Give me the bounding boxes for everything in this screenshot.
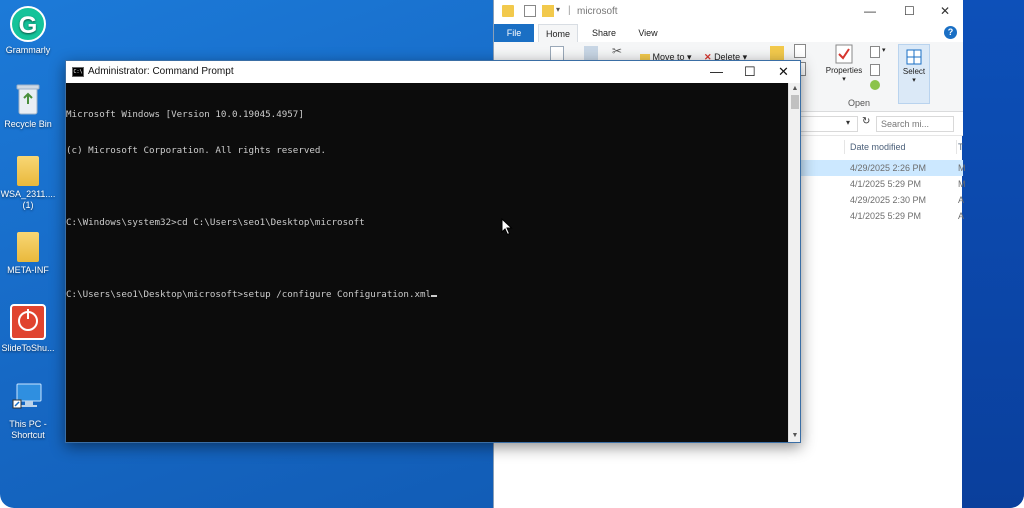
- properties-label: Properties: [825, 66, 863, 75]
- file-type: A: [958, 211, 965, 221]
- new-folder-quick-icon[interactable]: [542, 5, 554, 17]
- power-icon: [10, 304, 46, 340]
- desktop-icon-label: Recycle Bin: [4, 119, 52, 129]
- file-date: 4/1/2025 5:29 PM: [850, 179, 922, 189]
- close-icon[interactable]: ✕: [940, 4, 950, 18]
- chevron-down-icon: ▾: [842, 76, 846, 83]
- maximize-icon[interactable]: ☐: [904, 4, 915, 18]
- tab-share[interactable]: Share: [584, 24, 624, 42]
- maximize-icon[interactable]: ☐: [744, 64, 756, 80]
- desktop-edge: [962, 0, 1024, 508]
- console-input-line[interactable]: C:\Users\seo1\Desktop\microsoft>setup /c…: [66, 289, 788, 301]
- file-row[interactable]: 6 4/29/2025 2:30 PM A: [794, 192, 965, 208]
- refresh-icon[interactable]: ↻: [862, 116, 870, 127]
- mouse-pointer-icon: [501, 218, 513, 236]
- select-label: Select: [902, 67, 926, 76]
- file-date: 4/29/2025 2:30 PM: [850, 195, 927, 205]
- folder-icon: [502, 5, 514, 17]
- file-date: 4/29/2025 2:26 PM: [850, 163, 927, 173]
- properties-quick-icon[interactable]: [524, 5, 536, 17]
- console-line: Microsoft Windows [Version 10.0.19045.49…: [66, 109, 304, 120]
- column-date-modified[interactable]: Date modified: [850, 138, 906, 156]
- open-icon[interactable]: [870, 46, 880, 58]
- grammarly-icon: G: [10, 6, 46, 42]
- close-icon[interactable]: ✕: [778, 64, 789, 80]
- title-separator: |: [568, 5, 571, 16]
- file-type: M: [958, 163, 966, 173]
- computer-icon: [10, 380, 46, 416]
- console-line: C:\Windows\system32>cd C:\Users\seo1\Des…: [66, 217, 365, 228]
- desktop-icon-label: META-INF: [7, 265, 49, 275]
- select-icon: [906, 49, 922, 65]
- vertical-scrollbar[interactable]: ▲ ▼: [788, 83, 800, 442]
- desktop-icon-label: Grammarly: [5, 45, 51, 55]
- scroll-down-arrow-icon[interactable]: ▼: [789, 430, 801, 442]
- cut-icon[interactable]: ✂: [612, 44, 622, 58]
- desktop-icon-meta-inf-folder[interactable]: META-INF: [0, 232, 56, 276]
- edit-icon[interactable]: [870, 64, 880, 76]
- select-button[interactable]: Select ▾: [898, 44, 930, 104]
- text-cursor: [431, 295, 438, 297]
- folder-icon: [17, 156, 39, 186]
- desktop-icon-wsa-folder[interactable]: WSA_2311.... (1): [0, 156, 56, 211]
- history-icon[interactable]: [870, 80, 880, 90]
- properties-button[interactable]: Properties ▾: [822, 44, 866, 83]
- search-input[interactable]: Search mi...: [876, 116, 954, 132]
- file-row[interactable]: 4/29/2025 2:26 PM M: [794, 160, 966, 176]
- desktop-icon-label: SlideToShu...: [1, 343, 55, 353]
- customize-quick-access-icon[interactable]: ▾: [556, 5, 568, 17]
- file-row[interactable]: 4/1/2025 5:29 PM M: [794, 176, 966, 192]
- chevron-down-icon[interactable]: ▾: [846, 118, 850, 127]
- new-folder-icon[interactable]: [770, 46, 784, 60]
- desktop: G Grammarly Recycle Bin WSA_2311.... (1)…: [0, 0, 1024, 508]
- tab-home[interactable]: Home: [538, 24, 578, 42]
- desktop-icon-recycle-bin[interactable]: Recycle Bin: [0, 80, 56, 130]
- properties-icon: [835, 44, 853, 64]
- scrollbar-thumb[interactable]: [791, 95, 799, 109]
- open-group-label: Open: [848, 98, 871, 108]
- file-list-header: Date modified T: [844, 138, 964, 156]
- console-command: C:\Users\seo1\Desktop\microsoft>setup /c…: [66, 289, 432, 300]
- desktop-icon-this-pc[interactable]: This PC - Shortcut: [0, 380, 56, 441]
- desktop-icon-grammarly[interactable]: G Grammarly: [0, 6, 56, 56]
- file-type: M: [958, 179, 966, 189]
- column-type[interactable]: T: [958, 138, 964, 156]
- tab-view[interactable]: View: [628, 24, 668, 42]
- scroll-up-arrow-icon[interactable]: ▲: [789, 83, 801, 95]
- explorer-title: microsoft: [577, 6, 618, 17]
- desktop-icon-label: This PC - Shortcut: [9, 419, 47, 440]
- file-row[interactable]: 4/1/2025 5:29 PM A: [794, 208, 965, 224]
- ribbon-tabs: File Home Share View ?: [494, 24, 963, 42]
- desktop-icon-label: WSA_2311.... (1): [0, 189, 56, 210]
- file-date: 4/1/2025 5:29 PM: [850, 211, 922, 221]
- desktop-icon-slidetoshutdown[interactable]: SlideToShu...: [0, 304, 56, 354]
- recycle-bin-icon: [10, 80, 46, 116]
- cmd-titlebar[interactable]: C:\ Administrator: Command Prompt — ☐ ✕: [66, 61, 800, 83]
- minimize-icon[interactable]: —: [864, 4, 876, 18]
- console-line: (c) Microsoft Corporation. All rights re…: [66, 145, 326, 156]
- folder-icon: [17, 232, 39, 262]
- chevron-down-icon[interactable]: ▾: [882, 46, 886, 54]
- command-prompt-window[interactable]: C:\ Administrator: Command Prompt — ☐ ✕ …: [65, 60, 801, 443]
- command-prompt-icon: C:\: [72, 67, 84, 77]
- minimize-icon[interactable]: —: [710, 64, 723, 79]
- console-output[interactable]: Microsoft Windows [Version 10.0.19045.49…: [66, 83, 788, 442]
- file-type: A: [958, 195, 965, 205]
- tab-file[interactable]: File: [494, 24, 534, 42]
- cmd-window-title: Administrator: Command Prompt: [88, 66, 234, 77]
- chevron-down-icon: ▾: [912, 77, 916, 84]
- new-item-icon[interactable]: [794, 44, 806, 58]
- explorer-titlebar[interactable]: ▾ | microsoft — ☐ ✕: [494, 0, 963, 24]
- help-icon[interactable]: ?: [944, 26, 957, 39]
